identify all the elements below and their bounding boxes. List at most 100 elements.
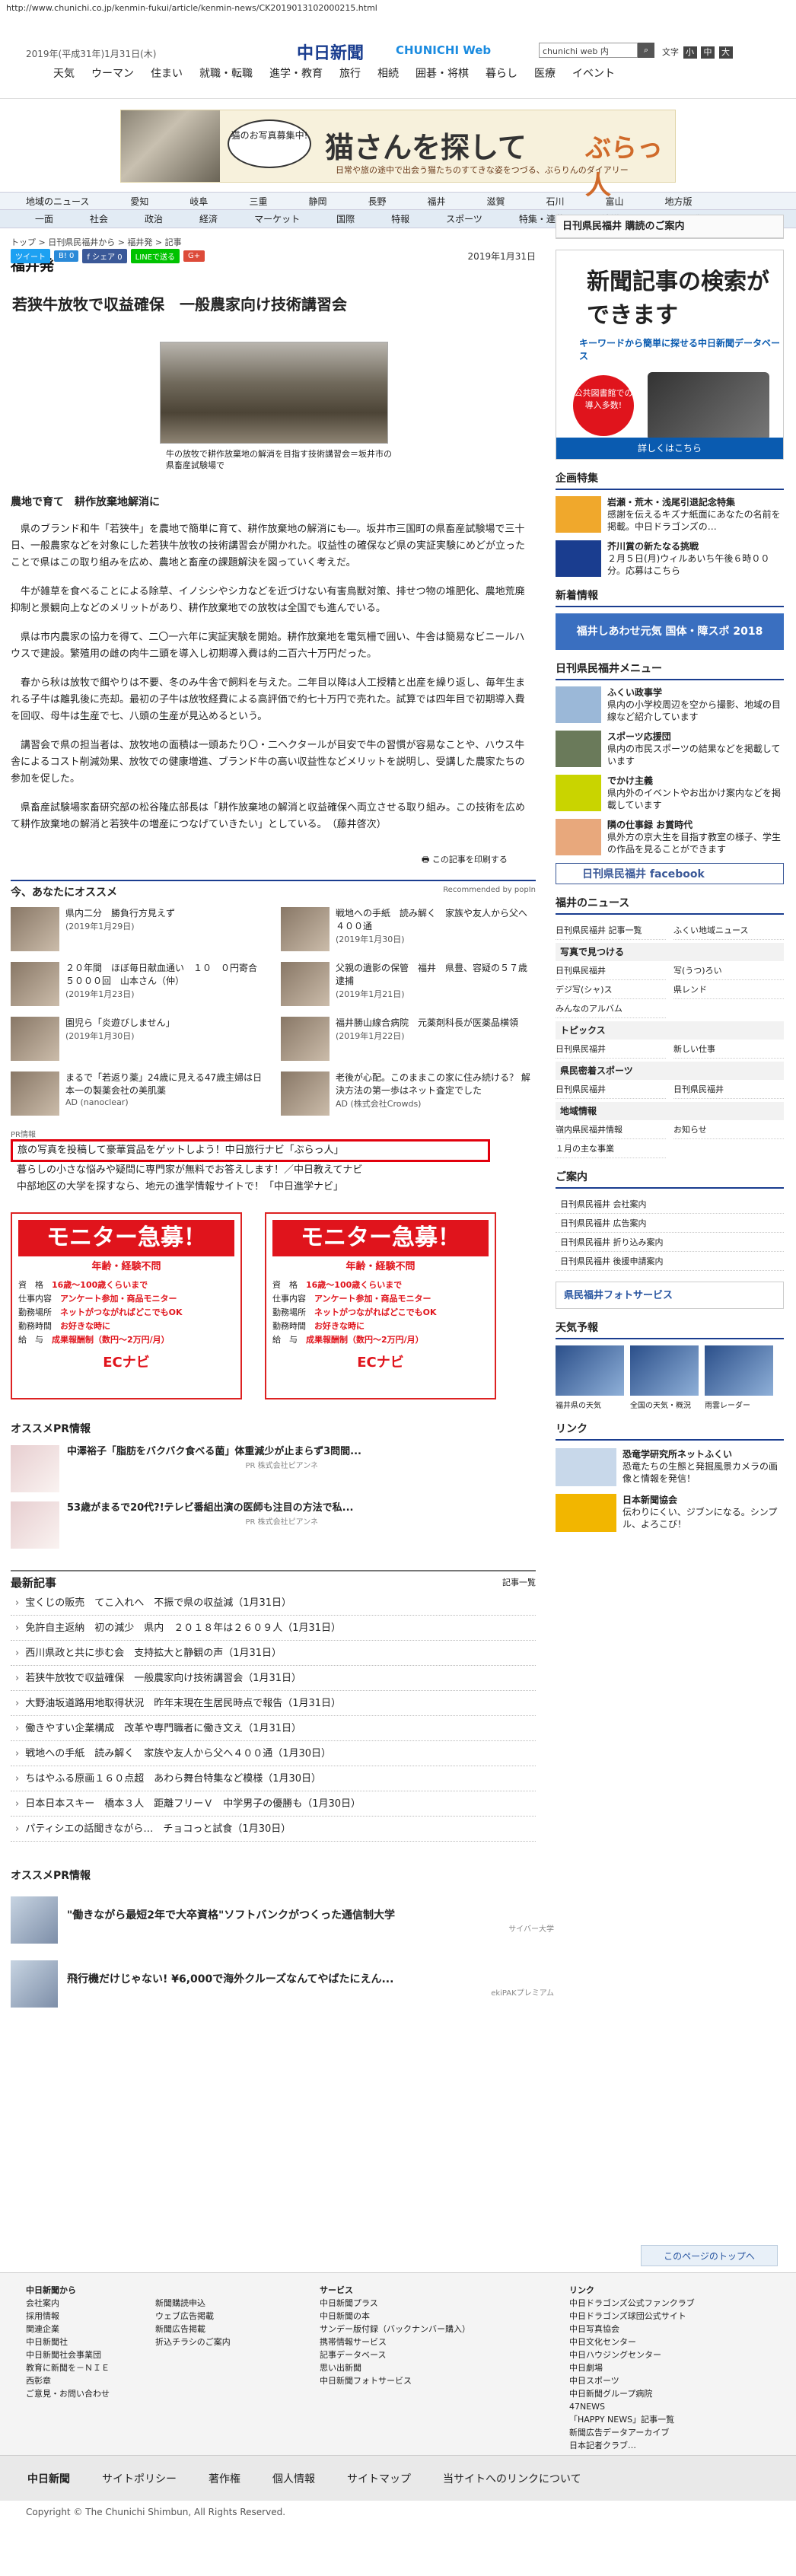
topics-link[interactable]: 日刊県民福井: [556, 1040, 666, 1059]
weather-label[interactable]: 雨雲レーダー: [705, 1399, 773, 1410]
footer-link[interactable]: 中日新聞グループ病院: [569, 2387, 695, 2400]
latest-item[interactable]: 戦地への手紙 読み解く 家族や友人から父へ４００通（1月30日）: [11, 1741, 536, 1766]
category-nav-item[interactable]: マーケット: [254, 212, 300, 225]
footer-link[interactable]: 「HAPPY NEWS」記事一覧: [569, 2413, 695, 2426]
footer-link[interactable]: 新聞広告掲載: [155, 2323, 231, 2336]
footer-link[interactable]: サンデー版付録（バックナンバー購入）: [320, 2323, 470, 2336]
monitor-ad[interactable]: モニター急募！ 年齢・経験不問 資 格 16歳～100歳くらいまで 仕事内容 ア…: [265, 1212, 496, 1399]
region-nav-item[interactable]: 三重: [249, 195, 267, 208]
weather-tile[interactable]: [705, 1345, 773, 1396]
recommend-item[interactable]: 父親の遺影の保管 福井 県豊、容疑の５７歳逮捕 (2019年1月21日): [281, 962, 536, 1009]
category-nav-item[interactable]: 一面: [35, 212, 53, 225]
ad-banner[interactable]: 猫のお写真募集中! 猫さんを探して 日常や旅の途中で出会う猫たちのすてきな姿をつ…: [120, 110, 676, 201]
footer-link[interactable]: 47NEWS: [569, 2400, 695, 2413]
weather-tile[interactable]: [630, 1345, 699, 1396]
photo-link[interactable]: 日刊県民福井: [556, 961, 666, 980]
footer-link[interactable]: 中日スポーツ: [569, 2374, 695, 2387]
gnav-item[interactable]: 医療: [534, 65, 556, 81]
latest-item[interactable]: 大野油坂道路用地取得状況 昨年末現在生居民時点で報告（1月31日）: [11, 1691, 536, 1716]
menu-item[interactable]: でかけ主義 県内外のイベントやお出かけ案内などを掲載しています: [556, 775, 784, 811]
chiiki-link[interactable]: 嶺内県民福井情報: [556, 1120, 666, 1139]
guide-link[interactable]: 日刊県民福井 折り込み案内: [556, 1233, 784, 1252]
latest-item[interactable]: ちはやふる原画１６０点超 あわら舞台特集など模様（1月30日）: [11, 1766, 536, 1791]
footer-link[interactable]: 中日ハウジングセンター: [569, 2348, 695, 2361]
menu-item[interactable]: 隣の仕事録 お賞時代 県外方の京大生を目指す教室の様子、学生の作品を見ることができ…: [556, 819, 784, 855]
latest-item[interactable]: 日本日本スキー 橋本３人 距離フリーＶ 中学男子の優勝も（1月30日）: [11, 1791, 536, 1817]
database-ad[interactable]: 新聞記事の検索ができます キーワードから簡単に探せる中日新聞データベース 公共図…: [556, 250, 784, 460]
footer-link[interactable]: 中日新聞社: [26, 2336, 110, 2348]
bottom-nav-item[interactable]: サイトポリシー: [102, 2471, 177, 2486]
gnav-item[interactable]: 就職・転職: [199, 65, 253, 81]
footer-link[interactable]: 記事データベース: [320, 2348, 470, 2361]
footer-link[interactable]: 新聞購読申込: [155, 2297, 231, 2310]
footer-link[interactable]: 中日劇場: [569, 2361, 695, 2374]
sports-link[interactable]: 日刊県民福井: [556, 1080, 666, 1099]
hatena-button[interactable]: B! 0: [54, 250, 79, 262]
site-logo[interactable]: 中日新聞: [297, 40, 364, 64]
footer-link[interactable]: 中日文化センター: [569, 2336, 695, 2348]
latest-item[interactable]: 若狭牛放牧で収益確保 一般農家向け技術講習会（1月31日）: [11, 1666, 536, 1691]
bottom-nav-item[interactable]: 個人情報: [272, 2471, 315, 2486]
article-photo[interactable]: [160, 342, 388, 444]
category-nav-item[interactable]: スポーツ: [446, 212, 482, 225]
region-nav-item[interactable]: 岐阜: [189, 195, 208, 208]
search-input[interactable]: chunichi web 内: [539, 43, 638, 58]
footer-link[interactable]: 西彰章: [26, 2374, 110, 2387]
category-nav-item[interactable]: 国際: [336, 212, 355, 225]
subscribe-box[interactable]: 日刊県民福井 購読のご案内: [556, 215, 784, 239]
latest-item[interactable]: 西川県政と共に歩む会 支持拡大と静観の声（1月31日）: [11, 1641, 536, 1666]
footer-link[interactable]: 中日新聞フォトサービス: [320, 2374, 470, 2387]
footer-link[interactable]: 会社案内: [26, 2297, 110, 2310]
footer-link[interactable]: 日本記者クラブ…: [569, 2439, 695, 2452]
topics-link[interactable]: 新しい仕事: [673, 1040, 784, 1059]
latest-item[interactable]: 免許自主返納 初の減少 県内 ２０１８年は２６０９人（1月31日）: [11, 1616, 536, 1641]
region-nav-item[interactable]: 静岡: [308, 195, 326, 208]
photo-link[interactable]: 県レンド: [673, 980, 784, 999]
footer-link[interactable]: 携帯情報サービス: [320, 2336, 470, 2348]
region-nav-item[interactable]: 長野: [368, 195, 386, 208]
facebook-banner[interactable]: 日刊県民福井 facebook: [556, 863, 784, 884]
latest-item[interactable]: 宝くじの販売 てこ入れへ 不振で県の収益減（1月31日）: [11, 1590, 536, 1616]
recommend-item[interactable]: ２０年間 ほぼ毎日献血通い １０ ０円寄合５０００回 山本さん（仲） (2019年…: [11, 962, 266, 1009]
font-medium-button[interactable]: 中: [701, 46, 715, 59]
tweet-button[interactable]: ツイート: [11, 248, 50, 263]
facebook-share-button[interactable]: f シェア 0: [82, 248, 127, 263]
weather-label[interactable]: 全国の天気・概況: [630, 1399, 699, 1410]
gnav-item[interactable]: 旅行: [339, 65, 361, 81]
kokutai-banner[interactable]: 福井しあわせ元気 国体・障スポ 2018: [556, 613, 784, 650]
special-item[interactable]: 芥川賞の新たなる挑戦 ２月５日(月)ウィルあいち午後６時００分。応募はこちら: [556, 540, 784, 577]
latest-item[interactable]: パティシエの話聞きながら… チョコっと試食（1月30日）: [11, 1817, 536, 1842]
recommend-item[interactable]: 県内二分 勝負行方見えず (2019年1月29日): [11, 907, 266, 954]
bottom-nav-item[interactable]: 当サイトへのリンクについて: [443, 2471, 581, 2486]
chiiki-link[interactable]: １月の主な事業: [556, 1139, 666, 1158]
recommend-item[interactable]: まるで「若返り薬」24歳に見える47歳主婦は日本一の製薬会社の美肌薬 AD (na…: [11, 1071, 266, 1119]
recommend-item[interactable]: 老後が心配。このままこの家に住み続ける？ 解決方法の第一歩はネット査定でした AD…: [281, 1071, 536, 1119]
latest-item[interactable]: 働きやすい企業構成 改革や専門職者に働き文え（1月31日）: [11, 1716, 536, 1741]
region-nav-item[interactable]: 愛知: [130, 195, 148, 208]
photoservice-banner[interactable]: 県民福井フォトサービス: [556, 1282, 784, 1309]
ospr2-item[interactable]: 飛行機だけじゃない! ¥6,000で海外クルーズなんてやばたにえん... ekiP…: [11, 1957, 554, 2011]
gnav-item[interactable]: 暮らし: [486, 65, 517, 81]
guide-link[interactable]: 日刊県民福井 後援申請案内: [556, 1252, 784, 1271]
print-link[interactable]: 🖶 この記事を印刷する: [422, 853, 536, 868]
gnav-item[interactable]: イベント: [572, 65, 615, 81]
menu-item[interactable]: ふくい政事学 県内の小学校周辺を空から撮影、地域の目線など紹介しています: [556, 686, 784, 723]
region-nav-item[interactable]: 福井: [427, 195, 445, 208]
footer-link[interactable]: 中日新聞プラス: [320, 2297, 470, 2310]
special-item[interactable]: 岩瀬・荒木・浅尾引退記念特集 感謝を伝えるキズナ紙面にあなたの名前を掲載。中日ドラ…: [556, 496, 784, 533]
pr-link[interactable]: 中部地区の大学を探すなら、地元の進学情報サイトで！「中日進学ナビ」: [17, 1179, 536, 1196]
bottom-nav-item[interactable]: サイトマップ: [347, 2471, 411, 2486]
guide-link[interactable]: 日刊県民福井 会社案内: [556, 1195, 784, 1214]
ospr-item[interactable]: 53歳がまるで20代?!テレビ番組出演の医師も注目の方法で私... PR 株式会社…: [11, 1501, 536, 1549]
footer-link[interactable]: 教育に新聞を－ＮＩＥ: [26, 2361, 110, 2374]
font-small-button[interactable]: 小: [683, 46, 697, 59]
footer-link[interactable]: 関連企業: [26, 2323, 110, 2336]
footer-link[interactable]: 中日新聞の本: [320, 2310, 470, 2323]
gnav-item[interactable]: ウーマン: [91, 65, 134, 81]
guide-link[interactable]: 日刊県民福井 広告案内: [556, 1214, 784, 1233]
monitor-ad[interactable]: モニター急募！ 年齢・経験不問 資 格 16歳～100歳くらいまで 仕事内容 ア…: [11, 1212, 242, 1399]
region-nav-item[interactable]: 地域のニュース: [26, 195, 89, 208]
ospr2-item[interactable]: "働きながら最短2年で大卒資格"ソフトバンクがつくった通信制大学 サイバー大学: [11, 1893, 554, 1947]
photo-link[interactable]: 写(うつ)ろい: [673, 961, 784, 980]
recommend-item[interactable]: 戦地への手紙 読み解く 家族や友人から父へ４００通 (2019年1月30日): [281, 907, 536, 954]
